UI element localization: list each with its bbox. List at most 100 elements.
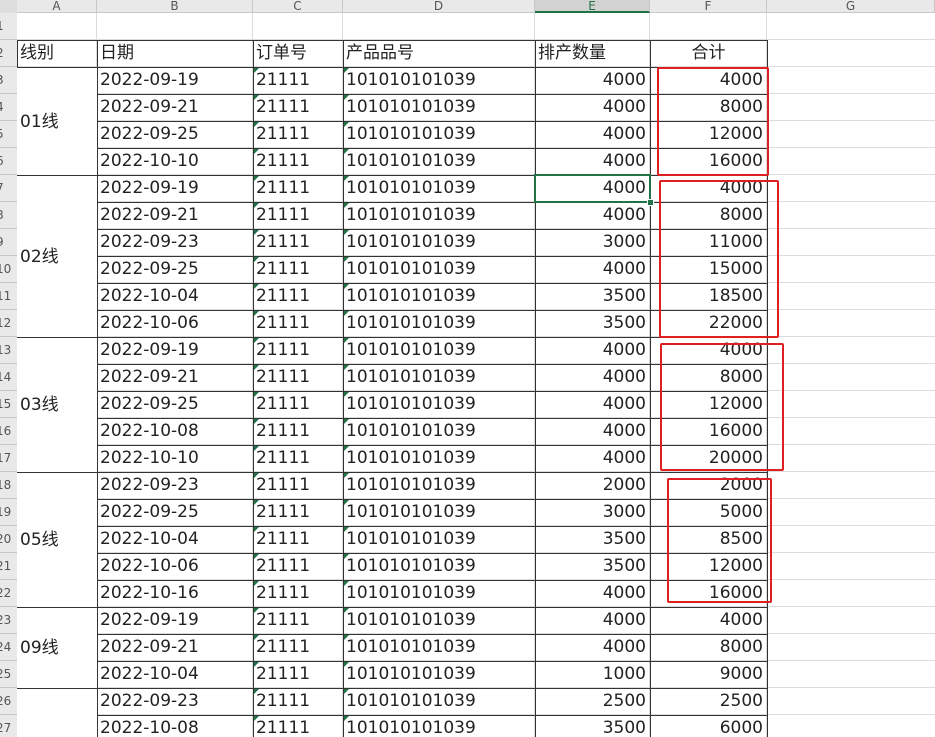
header-cell-order[interactable]: 订单号 [253,40,343,67]
cell-product[interactable]: 101010101039 [343,688,535,715]
column-header-d[interactable]: D [343,0,535,13]
cell-qty[interactable]: 4000 [535,148,650,175]
cell-qty[interactable]: 3500 [535,715,650,737]
cell-date[interactable]: 2022-09-25 [97,256,253,283]
row-header-11[interactable]: 11 [0,283,17,310]
line-cell[interactable]: 03线 [17,337,97,472]
column-header-b[interactable]: B [97,0,253,13]
cell-total[interactable]: 4000 [650,607,767,634]
cell-product[interactable]: 101010101039 [343,175,535,202]
column-header-a[interactable]: A [17,0,97,13]
cell-product[interactable]: 101010101039 [343,310,535,337]
cell-order[interactable]: 21111 [253,202,343,229]
cell-order[interactable]: 21111 [253,337,343,364]
cell-order[interactable]: 21111 [253,472,343,499]
cell-date[interactable]: 2022-09-23 [97,472,253,499]
cell-order[interactable]: 21111 [253,499,343,526]
row-header-20[interactable]: 20 [0,526,17,553]
header-cell-qty[interactable]: 排产数量 [535,40,650,67]
row-header-27[interactable]: 27 [0,715,17,737]
row-header-23[interactable]: 23 [0,607,17,634]
cell-order[interactable]: 21111 [253,391,343,418]
cell-order[interactable]: 21111 [253,715,343,737]
line-cell[interactable]: 09线 [17,607,97,688]
line-cell[interactable]: 02线 [17,175,97,337]
cell-order[interactable]: 21111 [253,688,343,715]
header-cell-product[interactable]: 产品品号 [343,40,535,67]
cell-order[interactable]: 21111 [253,526,343,553]
cell-product[interactable]: 101010101039 [343,580,535,607]
row-header-21[interactable]: 21 [0,553,17,580]
cell-qty[interactable]: 3500 [535,283,650,310]
cell-total[interactable]: 6000 [650,715,767,737]
row-header-15[interactable]: 15 [0,391,17,418]
cell-product[interactable]: 101010101039 [343,283,535,310]
cell-qty[interactable]: 4000 [535,391,650,418]
cell-qty[interactable]: 4000 [535,337,650,364]
row-header-9[interactable]: 9 [0,229,17,256]
cell-date[interactable]: 2022-10-06 [97,310,253,337]
cell-qty[interactable]: 1000 [535,661,650,688]
row-header-13[interactable]: 13 [0,337,17,364]
cell-qty[interactable]: 2000 [535,472,650,499]
row-header-5[interactable]: 5 [0,121,17,148]
cell-date[interactable]: 2022-09-19 [97,175,253,202]
cell-date[interactable]: 2022-09-21 [97,94,253,121]
cell-date[interactable]: 2022-10-08 [97,715,253,737]
cell-qty[interactable]: 4000 [535,121,650,148]
header-cell-line[interactable]: 线别 [17,40,97,67]
row-header-12[interactable]: 12 [0,310,17,337]
line-cell[interactable]: 05线 [17,472,97,607]
fill-handle[interactable] [647,199,654,206]
row-header-8[interactable]: 8 [0,202,17,229]
cell-product[interactable]: 101010101039 [343,337,535,364]
cell-date[interactable]: 2022-10-16 [97,580,253,607]
cell-order[interactable]: 21111 [253,580,343,607]
row-header-26[interactable]: 26 [0,688,17,715]
cell-qty[interactable]: 4000 [535,445,650,472]
selected-cell-e7[interactable] [534,174,651,203]
cell-product[interactable]: 101010101039 [343,715,535,737]
cell-product[interactable]: 101010101039 [343,661,535,688]
cell-product[interactable]: 101010101039 [343,445,535,472]
cell-order[interactable]: 21111 [253,94,343,121]
cell-qty[interactable]: 4000 [535,94,650,121]
cell-qty[interactable]: 3000 [535,499,650,526]
cell-product[interactable]: 101010101039 [343,526,535,553]
cell-product[interactable]: 101010101039 [343,148,535,175]
cell-order[interactable]: 21111 [253,121,343,148]
row-header-6[interactable]: 6 [0,148,17,175]
cell-date[interactable]: 2022-09-19 [97,67,253,94]
cell-date[interactable]: 2022-09-19 [97,337,253,364]
cell-qty[interactable]: 4000 [535,364,650,391]
cell-date[interactable]: 2022-09-21 [97,202,253,229]
cell-order[interactable]: 21111 [253,148,343,175]
cell-product[interactable]: 101010101039 [343,472,535,499]
column-header-f[interactable]: F [650,0,767,13]
cell-date[interactable]: 2022-10-10 [97,148,253,175]
column-header-c[interactable]: C [253,0,343,13]
cell-product[interactable]: 101010101039 [343,202,535,229]
cell-date[interactable]: 2022-10-08 [97,418,253,445]
cell-product[interactable]: 101010101039 [343,391,535,418]
cell-date[interactable]: 2022-09-21 [97,634,253,661]
cell-order[interactable]: 21111 [253,634,343,661]
header-cell-total[interactable]: 合计 [650,40,767,67]
cell-product[interactable]: 101010101039 [343,634,535,661]
cell-qty[interactable]: 3500 [535,526,650,553]
cell-date[interactable]: 2022-09-21 [97,364,253,391]
cell-order[interactable]: 21111 [253,661,343,688]
row-header-19[interactable]: 19 [0,499,17,526]
cell-date[interactable]: 2022-10-06 [97,553,253,580]
cell-qty[interactable]: 4000 [535,202,650,229]
cell-date[interactable]: 2022-10-04 [97,283,253,310]
cell-order[interactable]: 21111 [253,67,343,94]
row-header-25[interactable]: 25 [0,661,17,688]
cell-product[interactable]: 101010101039 [343,364,535,391]
cell-qty[interactable]: 2500 [535,688,650,715]
cell-date[interactable]: 2022-09-23 [97,688,253,715]
column-header-e[interactable]: E [535,0,650,13]
cell-order[interactable]: 21111 [253,607,343,634]
cell-total[interactable]: 2500 [650,688,767,715]
cell-product[interactable]: 101010101039 [343,256,535,283]
